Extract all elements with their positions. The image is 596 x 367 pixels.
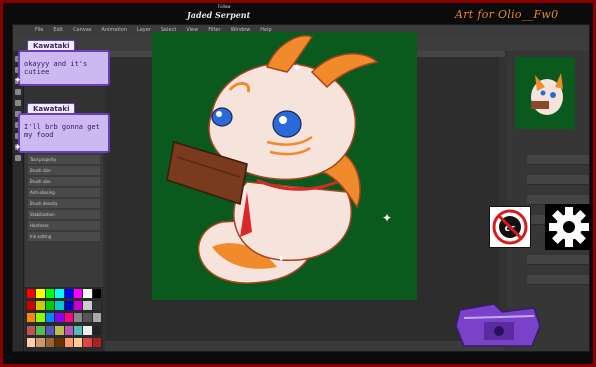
- tool-bar: [13, 51, 24, 351]
- sparkle-icon: ✦: [14, 143, 22, 153]
- svg-text:✦: ✦: [277, 254, 285, 265]
- cc-off-icon[interactable]: cc: [489, 206, 531, 248]
- layer-row[interactable]: [527, 175, 589, 185]
- property-row[interactable]: Brush size: [28, 177, 100, 186]
- color-palette[interactable]: [25, 287, 103, 351]
- layer-row[interactable]: [527, 275, 589, 285]
- fill-tool[interactable]: [15, 89, 21, 95]
- menu-animation[interactable]: Animation: [101, 27, 127, 33]
- chat-message: I'll brb gonna get my food: [18, 113, 110, 153]
- select-tool[interactable]: [15, 100, 21, 106]
- status-bar: [105, 341, 505, 351]
- credit-follow-label: Follow: [218, 4, 231, 9]
- property-row[interactable]: Ink setting: [28, 232, 100, 241]
- property-row[interactable]: Brush size: [28, 166, 100, 175]
- menu-edit[interactable]: Edit: [53, 27, 63, 33]
- gear-icon[interactable]: [545, 204, 593, 250]
- menu-canvas[interactable]: Canvas: [73, 27, 91, 33]
- chat-message: okayyy and it's cutiee: [18, 50, 110, 86]
- menu-layer[interactable]: Layer: [137, 27, 151, 33]
- hand-tool[interactable]: [15, 155, 21, 161]
- menu-file[interactable]: File: [35, 27, 43, 33]
- property-row[interactable]: Tool property: [28, 155, 100, 164]
- svg-text:✦: ✦: [292, 61, 302, 75]
- navigator-thumbnail[interactable]: [515, 57, 575, 129]
- svg-text:✦: ✦: [382, 211, 392, 225]
- property-row[interactable]: Brush density: [28, 199, 100, 208]
- drawing-canvas[interactable]: ✦ ✦ ✦: [152, 32, 417, 300]
- artist-credit: Jaded Serpent: [187, 10, 251, 20]
- property-row[interactable]: Stabilization: [28, 210, 100, 219]
- artwork-illustration: ✦ ✦ ✦: [166, 35, 392, 284]
- layer-row[interactable]: [527, 255, 589, 265]
- sparkle-icon: ✦: [14, 76, 22, 86]
- overlay-title: Art for Olio__Fw0: [455, 8, 559, 21]
- layer-row[interactable]: [527, 155, 589, 165]
- navigator-preview-icon: [531, 73, 563, 115]
- property-row[interactable]: Anti-aliasing: [28, 188, 100, 197]
- property-row[interactable]: Hardness: [28, 221, 100, 230]
- channel-logo: [454, 296, 546, 350]
